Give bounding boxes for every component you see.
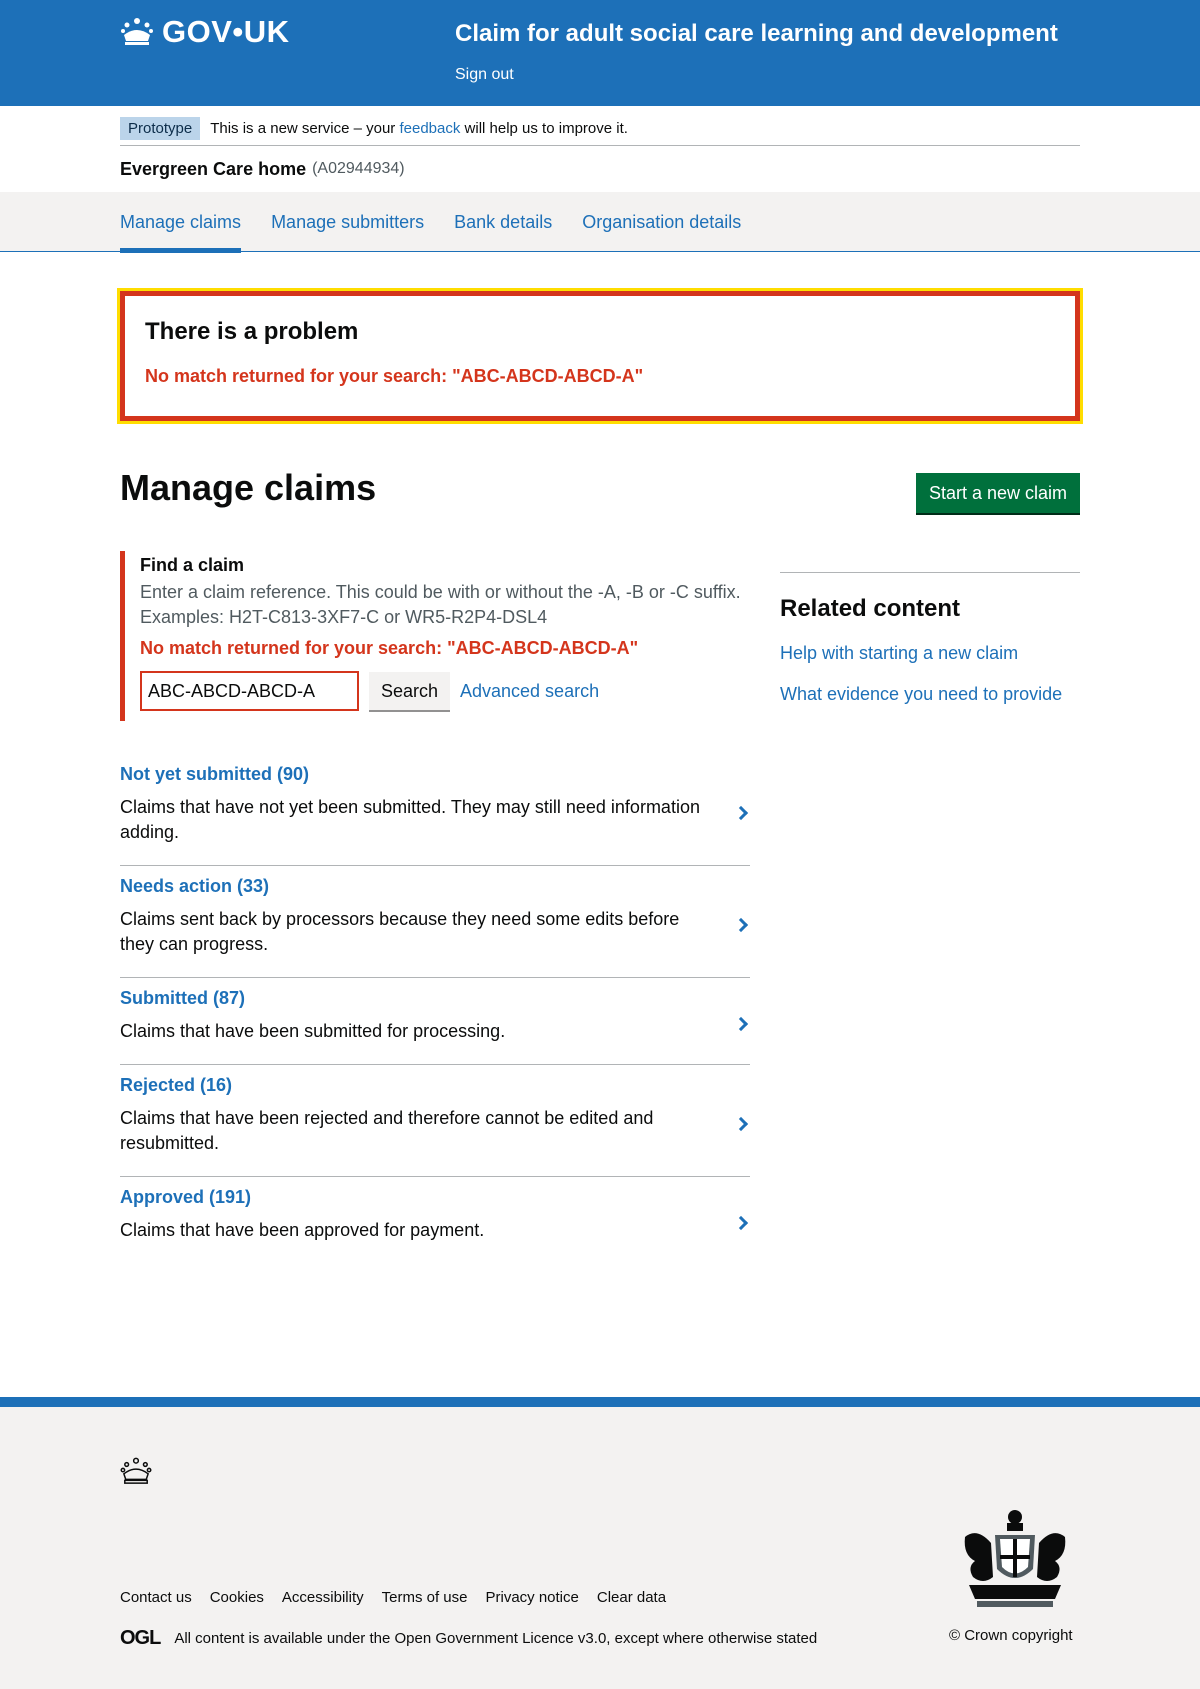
royal-coat-of-arms-icon [964, 1510, 1066, 1607]
sub-navigation: Manage claims Manage submitters Bank det… [0, 192, 1200, 253]
claim-category-description: Claims that have been submitted for proc… [120, 1021, 506, 1041]
nav-link[interactable]: Organisation details [582, 212, 741, 233]
error-summary-link[interactable]: No match returned for your search: "ABC-… [145, 366, 643, 386]
search-row: Search Advanced search [140, 671, 760, 711]
claim-category-link[interactable]: Approved (191) [120, 1187, 251, 1208]
nav-link[interactable]: Manage claims [120, 212, 241, 233]
licence-text-before: All content is available under the [174, 1630, 391, 1647]
phase-banner: Prototype This is a new service – your f… [120, 106, 1080, 146]
claim-category-description: Claims sent back by processors because t… [120, 909, 680, 954]
licence-link[interactable]: Open Government Licence v3.0 [395, 1630, 607, 1647]
footer-links: Contact us Cookies Accessibility Terms o… [120, 1589, 684, 1606]
header: GOV•UK Claim for adult social care learn… [0, 0, 1200, 106]
govuk-logo[interactable]: GOV•UK [120, 14, 290, 50]
nav-item-manage-submitters[interactable]: Manage submitters [271, 192, 424, 252]
list-item[interactable]: Needs action (33) Claims sent back by pr… [120, 866, 750, 978]
claims-list: Not yet submitted (90) Claims that have … [120, 754, 750, 1263]
find-claim-form: Find a claim Enter a claim reference. Th… [120, 551, 760, 721]
claim-category-link[interactable]: Not yet submitted (90) [120, 764, 309, 785]
error-summary: There is a problem No match returned for… [117, 288, 1083, 424]
footer-link-contact[interactable]: Contact us [120, 1589, 192, 1606]
chevron-right-icon [733, 917, 749, 932]
logo-text: GOV•UK [162, 14, 290, 49]
licence-text-after: , except where otherwise stated [606, 1630, 818, 1647]
phase-text-after: will help us to improve it. [460, 120, 628, 137]
footer-link-cookies[interactable]: Cookies [210, 1589, 264, 1606]
sign-out-link[interactable]: Sign out [455, 66, 514, 84]
related-content-title: Related content [780, 595, 961, 622]
nav-link[interactable]: Bank details [454, 212, 552, 233]
list-item[interactable]: Submitted (87) Claims that have been sub… [120, 978, 750, 1065]
claim-category-description: Claims that have not yet been submitted.… [120, 797, 700, 842]
licence: OGL All content is available under the O… [120, 1627, 817, 1650]
claim-search-input[interactable] [140, 671, 359, 711]
advanced-search-link[interactable]: Advanced search [460, 681, 599, 702]
footer-link-privacy[interactable]: Privacy notice [485, 1589, 578, 1606]
organisation-reference: (A02944934) [312, 160, 405, 177]
chevron-right-icon [733, 1016, 749, 1032]
nav-item-manage-claims[interactable]: Manage claims [120, 192, 242, 253]
crown-icon [121, 18, 153, 45]
start-new-claim-button[interactable]: Start a new claim [916, 473, 1080, 513]
footer: Contact us Cookies Accessibility Terms o… [0, 1397, 1200, 1689]
claim-category-link[interactable]: Rejected (16) [120, 1075, 232, 1096]
hint-line: Examples: H2T-C813-3XF7-C or WR5-R2P4-DS… [140, 607, 548, 627]
find-claim-hint: Enter a claim reference. This could be w… [140, 580, 760, 630]
footer-link-accessibility[interactable]: Accessibility [282, 1589, 364, 1606]
list-item[interactable]: Rejected (16) Claims that have been reje… [120, 1065, 750, 1177]
find-claim-label: Find a claim [140, 555, 245, 575]
footer-link-terms[interactable]: Terms of use [382, 1589, 468, 1606]
page-title: Manage claims [120, 467, 377, 508]
claim-category-description: Claims that have been approved for payme… [120, 1220, 485, 1240]
hint-line: Enter a claim reference. This could be w… [140, 582, 741, 602]
related-content: Related content Help with starting a new… [780, 572, 1080, 725]
chevron-right-icon [733, 805, 749, 820]
nav-link[interactable]: Manage submitters [271, 212, 424, 233]
chevron-right-icon [733, 1215, 749, 1231]
claim-category-link[interactable]: Submitted (87) [120, 988, 245, 1009]
organisation-name: Evergreen Care home [120, 158, 307, 179]
phase-text: This is a new service – your feedback wi… [210, 120, 628, 137]
claim-category-link[interactable]: Needs action (33) [120, 876, 269, 897]
service-name[interactable]: Claim for adult social care learning and… [455, 20, 1058, 48]
find-claim-error: No match returned for your search: "ABC-… [140, 638, 639, 658]
nav-item-organisation-details[interactable]: Organisation details [582, 192, 741, 252]
crown-copyright-link[interactable]: © Crown copyright [949, 1627, 1073, 1644]
search-button[interactable]: Search [369, 672, 450, 710]
error-summary-title: There is a problem [145, 318, 359, 345]
feedback-link[interactable]: feedback [399, 120, 460, 137]
related-link[interactable]: What evidence you need to provide [780, 684, 1080, 705]
list-item[interactable]: Not yet submitted (90) Claims that have … [120, 754, 750, 866]
organisation-bar: Evergreen Care home (A02944934) [120, 146, 1200, 192]
nav-item-bank-details[interactable]: Bank details [454, 192, 552, 252]
claim-category-description: Claims that have been rejected and there… [120, 1108, 654, 1153]
list-item[interactable]: Approved (191) Claims that have been app… [120, 1177, 750, 1263]
footer-link-clear-data[interactable]: Clear data [597, 1589, 666, 1606]
chevron-right-icon [733, 1116, 749, 1131]
phase-tag: Prototype [120, 117, 201, 140]
related-link[interactable]: Help with starting a new claim [780, 643, 1080, 664]
ogl-logo: OGL [120, 1627, 161, 1649]
phase-text-before: This is a new service – your [210, 120, 400, 137]
crown-icon [120, 1457, 152, 1484]
